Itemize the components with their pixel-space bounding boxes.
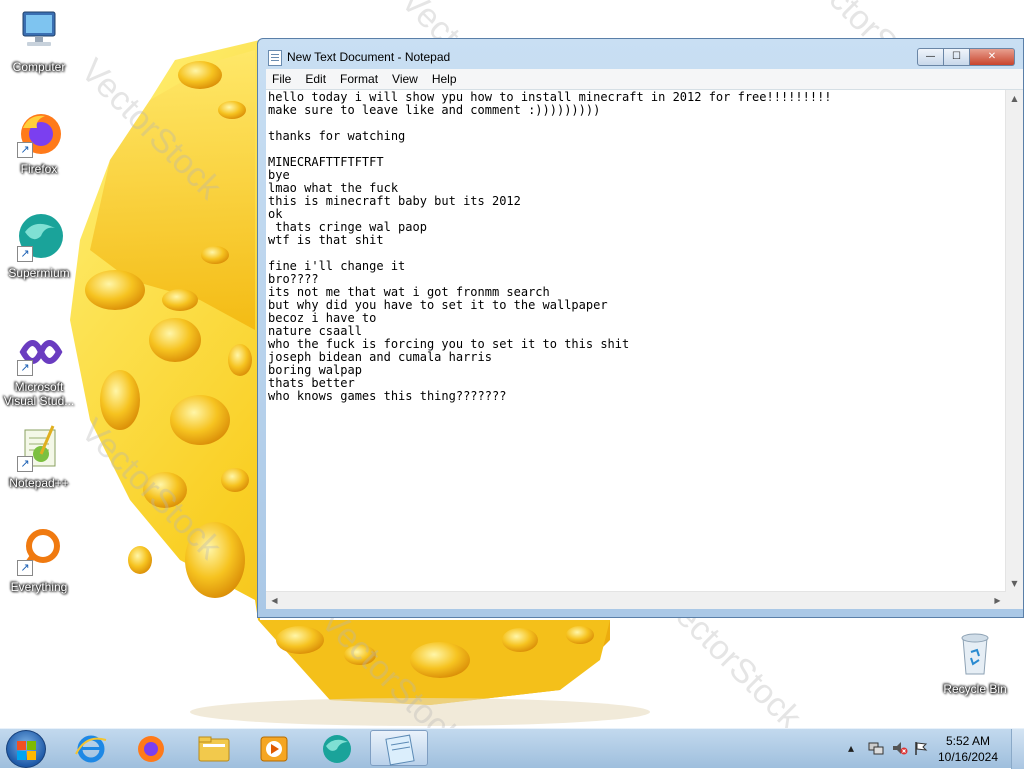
clock-time: 5:52 AM [945, 734, 991, 748]
windows-logo-icon [27, 741, 36, 750]
horizontal-scrollbar[interactable]: ◀ ▶ [266, 591, 1006, 609]
shortcut-arrow-icon: ↗ [17, 360, 33, 376]
internet-explorer-icon [75, 735, 107, 763]
desktop-icon-label: Supermium [8, 266, 70, 280]
show-hidden-icons-icon[interactable]: ▴ [848, 741, 854, 755]
desktop-icon-label: Recycle Bin [943, 682, 1007, 696]
scroll-right-icon[interactable]: ▶ [989, 592, 1006, 609]
clock-date: 10/16/2024 [937, 750, 999, 764]
notepad-window[interactable]: New Text Document - Notepad — ☐ ✕ File E… [257, 38, 1024, 618]
desktop-icon-label: Everything [10, 580, 68, 594]
taskbar-notepad[interactable] [370, 730, 428, 766]
computer-icon [15, 8, 63, 56]
scroll-up-icon[interactable]: ▲ [1006, 90, 1023, 107]
desktop-icon-label: Notepad++ [9, 476, 69, 490]
title-bar[interactable]: New Text Document - Notepad — ☐ ✕ [258, 39, 1023, 72]
window-title: New Text Document - Notepad [287, 50, 451, 64]
recycle-bin-icon [951, 630, 999, 678]
system-tray: ▴ 5:52 AM 10/16/2024 [834, 729, 1024, 769]
windows-logo-icon [17, 751, 26, 760]
desktop-icon-label: Visual Stud... [3, 394, 75, 408]
desktop-icon-firefox[interactable]: ↗ Firefox [1, 110, 77, 176]
desktop-icon-label: Firefox [20, 162, 58, 176]
scroll-down-icon[interactable]: ▼ [1006, 575, 1023, 592]
windows-logo-icon [17, 741, 26, 750]
desktop-icon-recycle-bin[interactable]: Recycle Bin [937, 630, 1013, 696]
media-player-icon [260, 736, 288, 762]
scroll-left-icon[interactable]: ◀ [266, 592, 283, 609]
network-icon[interactable] [868, 741, 884, 758]
close-button[interactable]: ✕ [970, 48, 1015, 66]
text-editor[interactable]: hello today i will show ypu how to insta… [266, 89, 1023, 609]
taskbar-internet-explorer[interactable] [62, 730, 120, 766]
firefox-icon [138, 736, 164, 762]
supermium-icon: ↗ [15, 214, 63, 262]
vertical-scrollbar[interactable]: ▲ ▼ [1005, 90, 1023, 592]
show-desktop-button[interactable] [1011, 729, 1024, 769]
visual-studio-icon: ↗ [15, 328, 63, 376]
desktop-icon-computer[interactable]: Computer [1, 8, 77, 74]
scrollbar-corner [1006, 592, 1023, 609]
taskbar-media-player[interactable] [245, 730, 303, 766]
document-text[interactable]: hello today i will show ypu how to insta… [268, 91, 1005, 591]
clock[interactable]: 5:52 AM 10/16/2024 [932, 733, 1004, 765]
notepadpp-icon: ↗ [15, 424, 63, 472]
shortcut-arrow-icon: ↗ [17, 142, 33, 158]
notepad-icon [268, 50, 282, 66]
desktop-icon-label: Microsoft [14, 380, 64, 394]
maximize-button[interactable]: ☐ [944, 48, 970, 66]
desktop-icon-everything[interactable]: ↗ Everything [1, 528, 77, 594]
everything-icon: ↗ [15, 528, 63, 576]
supermium-icon [323, 735, 351, 763]
taskbar-file-explorer[interactable] [185, 730, 243, 766]
menu-edit[interactable]: Edit [299, 72, 334, 86]
desktop-icon-supermium[interactable]: ↗ Supermium [1, 214, 77, 280]
firefox-icon: ↗ [15, 110, 63, 158]
shortcut-arrow-icon: ↗ [17, 246, 33, 262]
menu-format[interactable]: Format [334, 72, 386, 86]
start-button[interactable] [6, 730, 46, 768]
action-center-flag-icon[interactable] [914, 741, 928, 758]
menu-file[interactable]: File [266, 72, 299, 86]
taskbar-supermium[interactable] [308, 730, 366, 766]
file-explorer-icon [198, 736, 230, 762]
windows-logo-icon [27, 751, 36, 760]
notepad-icon [385, 734, 415, 766]
menu-bar: File Edit Format View Help [266, 69, 1023, 89]
desktop-icon-notepadpp[interactable]: ↗ Notepad++ [1, 424, 77, 490]
shortcut-arrow-icon: ↗ [17, 456, 33, 472]
volume-muted-icon[interactable] [892, 741, 908, 758]
desktop-icon-visual-studio[interactable]: ↗ Microsoft Visual Stud... [1, 328, 77, 408]
taskbar-firefox[interactable] [122, 730, 180, 766]
desktop-icon-label: Computer [12, 60, 66, 74]
menu-help[interactable]: Help [426, 72, 465, 86]
taskbar: ▴ 5:52 AM 10/16/2024 [0, 728, 1024, 769]
shortcut-arrow-icon: ↗ [17, 560, 33, 576]
minimize-button[interactable]: — [917, 48, 944, 66]
menu-view[interactable]: View [386, 72, 426, 86]
